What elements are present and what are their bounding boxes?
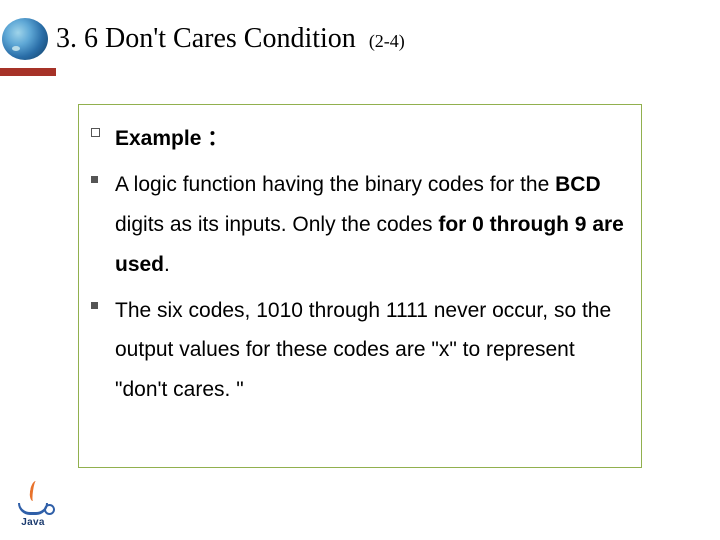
- bullet-solid-icon: [89, 291, 115, 319]
- example-label: Example ：: [115, 119, 627, 159]
- content-box: Example ： A logic function having the bi…: [78, 104, 642, 468]
- bullet-solid-icon: [89, 165, 115, 193]
- accent-bar: [0, 68, 56, 76]
- example-row: Example ：: [89, 119, 627, 159]
- java-logo: Java: [8, 468, 58, 528]
- steam-icon: [25, 481, 41, 503]
- bullet-text-1: A logic function having the binary codes…: [115, 165, 627, 285]
- java-label: Java: [21, 517, 44, 528]
- bullet-hollow-icon: [89, 119, 115, 147]
- slide-title: 3. 6 Don't Cares Condition (2-4): [56, 23, 405, 55]
- bullet-row-1: A logic function having the binary codes…: [89, 165, 627, 285]
- cup-icon: [18, 503, 48, 515]
- globe-icon: [2, 18, 48, 60]
- title-sub: (2-4): [369, 31, 405, 51]
- bullet-row-2: The six codes, 1010 through 1111 never o…: [89, 291, 627, 411]
- bullet-text-2: The six codes, 1010 through 1111 never o…: [115, 291, 627, 411]
- slide-header: 3. 6 Don't Cares Condition (2-4): [0, 0, 720, 66]
- title-main: 3. 6 Don't Cares Condition: [56, 23, 356, 54]
